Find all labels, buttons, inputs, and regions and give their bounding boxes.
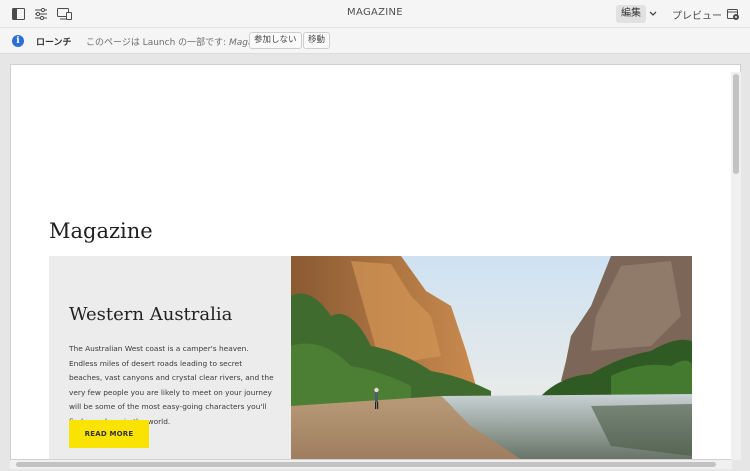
horizontal-scrollbar-thumb[interactable] (16, 462, 716, 467)
preview-button[interactable]: プレビュー (672, 7, 722, 22)
page-heading: Magazine (49, 219, 153, 243)
info-icon: i (12, 35, 24, 47)
teaser-image (291, 256, 692, 459)
horizontal-scrollbar[interactable] (10, 460, 732, 469)
page-title: MAGAZINE (347, 7, 403, 18)
emulator-icon[interactable] (56, 6, 72, 22)
teaser-title: Western Australia (69, 304, 233, 325)
teaser-description: The Australian West coast is a camper's … (69, 344, 274, 426)
side-panel-icon[interactable] (10, 6, 26, 22)
launch-info-bar: i ローンチ このページは Launch の一部です: Magazine 参加し… (0, 28, 750, 54)
edit-mode-button[interactable]: 編集 (616, 5, 646, 23)
launch-message: このページは Launch の一部です: Magazine (86, 35, 272, 48)
teaser-component[interactable]: Western Australia The Australian West co… (49, 256, 692, 459)
vertical-scrollbar-thumb[interactable] (733, 74, 739, 174)
page-properties-icon[interactable] (33, 6, 49, 22)
opt-out-button[interactable]: 参加しない (249, 32, 302, 49)
page-info-icon[interactable] (726, 6, 740, 22)
read-more-button[interactable]: READ MORE (69, 420, 149, 448)
chevron-down-icon[interactable] (646, 6, 660, 22)
editor-toolbar: MAGAZINE 編集 プレビュー (0, 0, 750, 28)
launch-label: ローンチ (36, 38, 72, 48)
launch-message-text: このページは Launch の一部です: (86, 38, 230, 48)
go-to-launch-button[interactable]: 移動 (303, 32, 331, 49)
vertical-scrollbar[interactable] (731, 72, 741, 460)
page-content-frame: Magazine Western Australia The Australia… (10, 64, 741, 460)
